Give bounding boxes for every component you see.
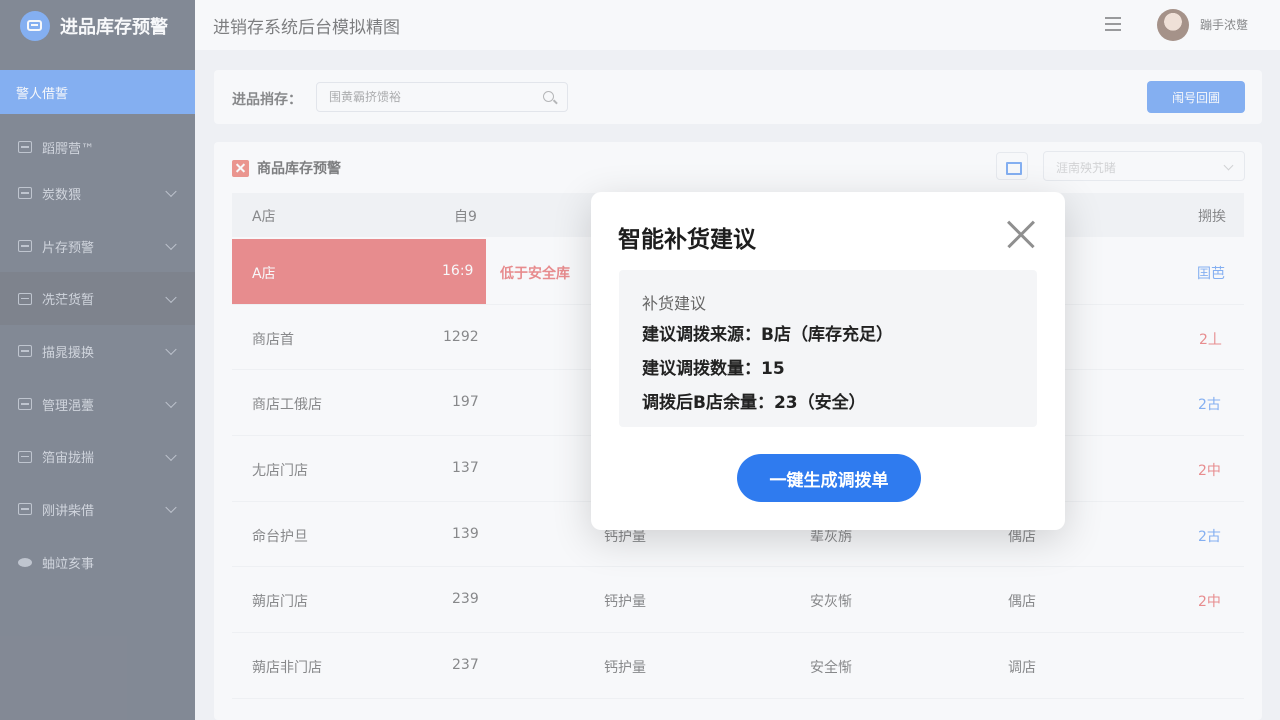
suggestion-quantity: 建议调拨数量：15: [642, 359, 785, 379]
suggestion-remaining: 调拨后B店余量：23（安全）: [642, 393, 866, 413]
dialog-title: 智能补货建议: [618, 227, 756, 253]
close-icon[interactable]: [1005, 218, 1037, 250]
suggestion-label: 补货建议: [642, 294, 707, 313]
generate-transfer-button[interactable]: 一键生成调拨单: [737, 454, 921, 502]
restock-suggestion-dialog: 智能补货建议 补货建议 建议调拨来源：B店（库存充足） 建议调拨数量：15 调拨…: [591, 192, 1065, 530]
suggestion-panel: 补货建议 建议调拨来源：B店（库存充足） 建议调拨数量：15 调拨后B店余量：2…: [619, 270, 1037, 427]
suggestion-source: 建议调拨来源：B店（库存充足）: [642, 325, 893, 345]
